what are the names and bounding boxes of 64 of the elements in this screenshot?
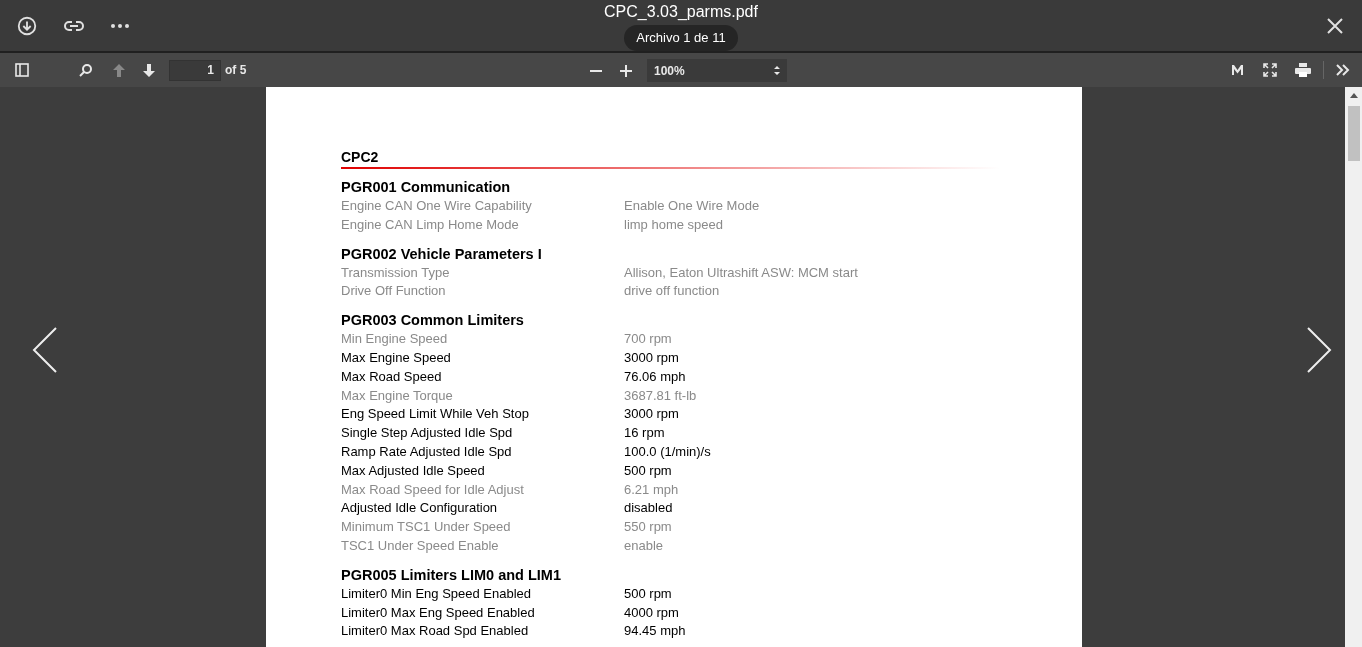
scroll-thumb[interactable]	[1347, 106, 1360, 161]
page-count: of 5	[225, 62, 247, 79]
file-name: CPC_3.03_parms.pdf	[604, 2, 758, 22]
parameter-name: Engine CAN One Wire Capability	[341, 197, 533, 215]
sidebar-toggle-icon[interactable]	[15, 63, 29, 77]
parameter-value: 3687.81 ft-lb	[624, 386, 697, 405]
close-icon[interactable]	[1326, 16, 1344, 35]
letter-m-icon[interactable]	[1232, 65, 1243, 75]
parameter-name: Eng Speed Limit While Veh Stop	[341, 405, 530, 424]
section-heading: PGR001 Communication	[341, 178, 512, 197]
parameter-value: 94.45 mph	[624, 622, 686, 641]
parameter-name: Max Road Speed for Idle Adjust	[341, 480, 525, 499]
scroll-up-icon[interactable]	[1349, 93, 1358, 98]
next-file-icon[interactable]	[1306, 327, 1332, 373]
zoom-select[interactable]: 100%	[647, 59, 787, 82]
parameter-value: 700 rpm	[624, 330, 672, 349]
search-icon[interactable]	[79, 63, 93, 77]
parameter-value: enable	[624, 536, 664, 555]
parameter-name: Max Road Speed	[341, 367, 443, 386]
fullscreen-icon[interactable]	[1263, 63, 1277, 77]
parameter-name: Ramp Rate Adjusted Idle Spd	[341, 442, 513, 461]
document-title: CPC2	[341, 148, 380, 166]
parameter-value: 3000 rpm	[624, 349, 679, 367]
parameter-value: 500 rpm	[624, 584, 672, 603]
parameter-value: disabled	[624, 499, 673, 518]
section-heading: PGR005 Limiters LIM0 and LIM1	[341, 565, 562, 585]
parameter-value: 6.21 mph	[624, 480, 679, 499]
parameter-value: 76.06 mph	[624, 367, 686, 386]
double-chevron-icon[interactable]	[1336, 64, 1350, 76]
parameter-value: limp home speed	[624, 215, 723, 234]
download-icon[interactable]	[16, 14, 38, 37]
parameter-name: Drive Off Function	[341, 282, 447, 301]
more-icon[interactable]	[110, 22, 130, 29]
updown-caret-icon	[774, 66, 780, 75]
parameter-name: TSC1 Under Speed Enable	[341, 536, 500, 555]
parameter-name: Limiter0 Max Eng Speed Enabled	[341, 603, 536, 622]
section-heading: PGR002 Vehicle Parameters I	[341, 244, 543, 264]
next-page-icon[interactable]	[142, 62, 156, 78]
parameter-name: Transmission Type	[341, 263, 451, 282]
parameter-value: 550 rpm	[624, 518, 672, 537]
parameter-name: Minimum TSC1 Under Speed	[341, 518, 512, 537]
parameter-name: Max Engine Torque	[341, 386, 454, 405]
parameter-name: Limiter0 Max Road Spd Enabled	[341, 622, 530, 641]
previous-file-icon[interactable]	[32, 327, 58, 373]
parameter-value: 100.0 (1/min)/s	[624, 442, 711, 461]
page-number-field[interactable]: 1	[169, 59, 221, 81]
previous-page-icon[interactable]	[112, 62, 126, 78]
parameter-name: Max Engine Speed	[341, 349, 452, 367]
parameter-name: Min Engine Speed	[341, 330, 449, 349]
parameter-value: 16 rpm	[624, 424, 665, 443]
parameter-name: Max Adjusted Idle Speed	[341, 461, 486, 480]
parameter-value: Enable One Wire Mode	[624, 197, 760, 215]
parameter-name: Adjusted Idle Configuration	[341, 499, 499, 518]
parameter-value: 4000 rpm	[624, 603, 679, 622]
file-counter: Archivo 1 de 11	[624, 25, 738, 51]
section-heading: PGR003 Common Limiters	[341, 311, 525, 331]
parameter-name: Limiter0 Min Eng Speed Enabled	[341, 584, 533, 603]
print-icon[interactable]	[1295, 63, 1311, 77]
parameter-value: drive off function	[624, 282, 720, 301]
parameter-name: Engine CAN Limp Home Mode	[341, 215, 520, 234]
parameter-value: 3000 rpm	[624, 405, 679, 424]
parameter-name: Single Step Adjusted Idle Spd	[341, 424, 514, 443]
parameter-value: 500 rpm	[624, 461, 672, 480]
parameter-value: Allison, Eaton Ultrashift ASW: MCM start	[624, 263, 858, 282]
